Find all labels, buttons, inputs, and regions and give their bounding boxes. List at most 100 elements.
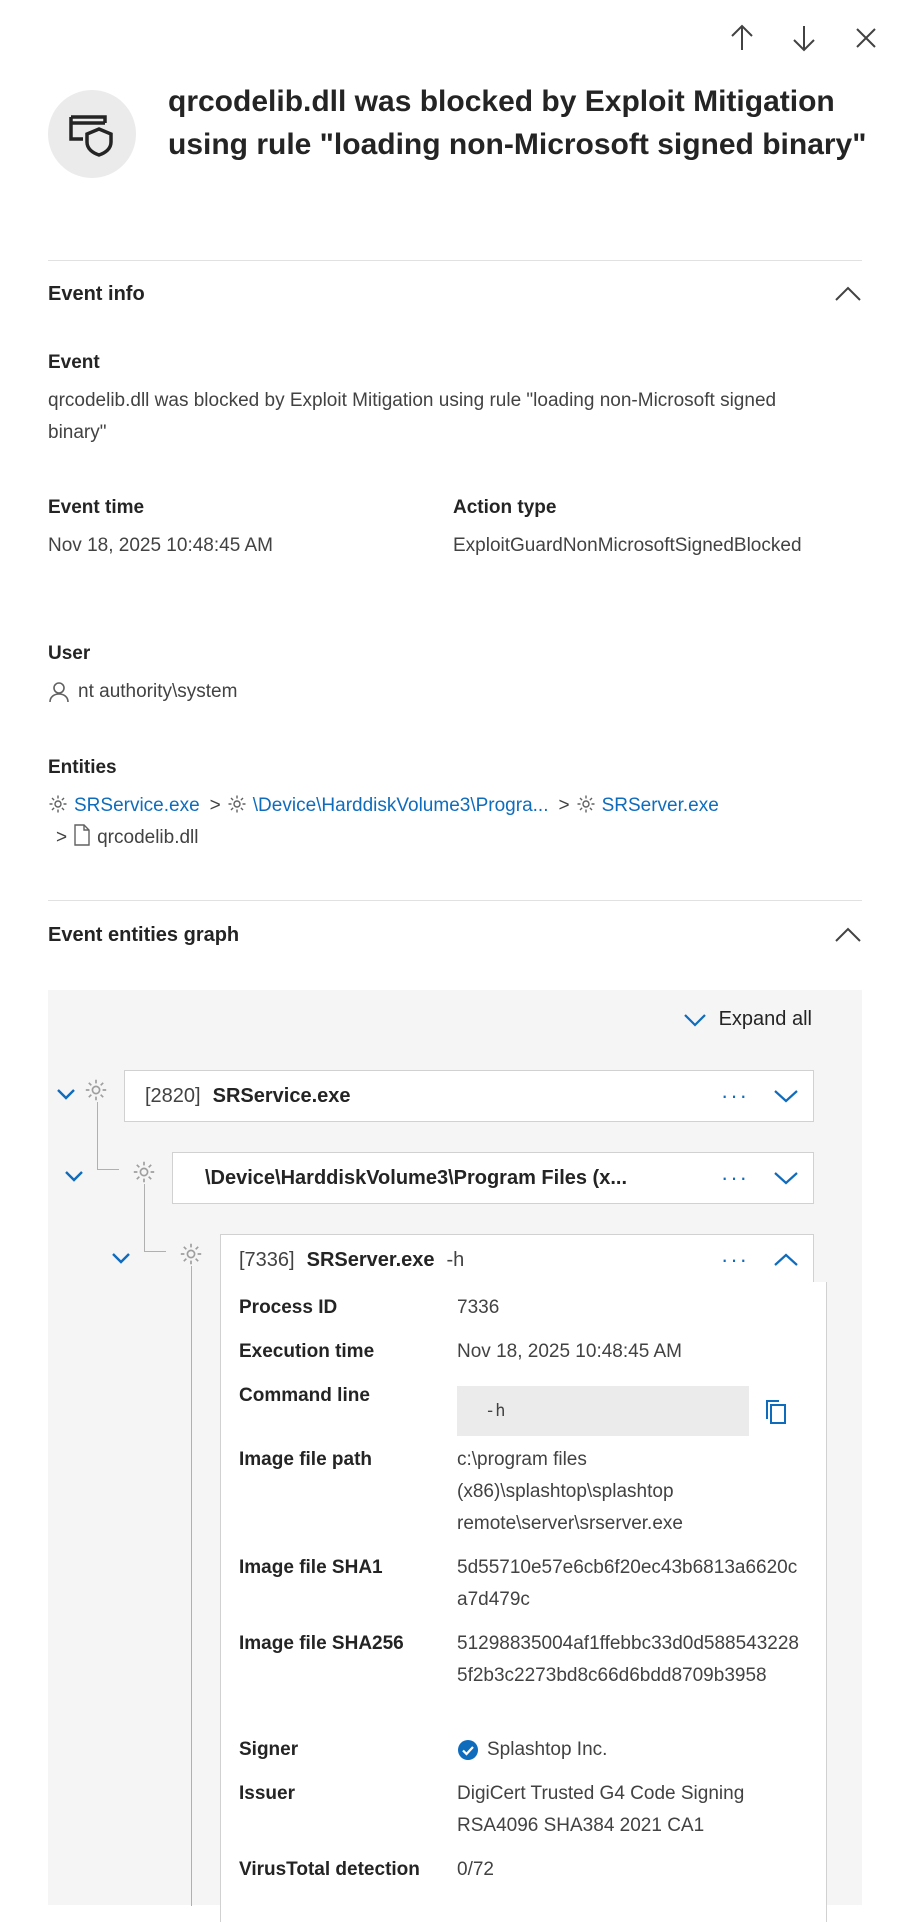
entity-file: qrcodelib.dll (97, 827, 199, 848)
arrow-down-icon (793, 26, 815, 52)
more-actions-button[interactable]: ··· (721, 1083, 749, 1109)
file-icon (74, 824, 90, 846)
command-line-value: -h (457, 1386, 749, 1436)
detail-value: c:\program files (x86)\splashtop\splasht… (457, 1449, 683, 1534)
detail-label: Process ID (239, 1297, 338, 1318)
expand-all-label: Expand all (718, 1008, 812, 1030)
expand-all-button[interactable]: Expand all (683, 1008, 812, 1031)
divider (48, 260, 862, 261)
chevron-down-icon (683, 1013, 706, 1027)
entities-label: Entities (48, 757, 117, 778)
node-pid: [7336] (239, 1248, 295, 1271)
gear-icon (133, 1161, 155, 1183)
detail-label: Execution time (239, 1341, 375, 1362)
person-icon (49, 682, 69, 703)
tree-connector (97, 1102, 98, 1169)
entity-link-srserver[interactable]: SRServer.exe (602, 795, 719, 816)
event-type-avatar (48, 90, 136, 178)
close-icon (856, 28, 876, 48)
signer-value-row: Splashtop Inc. (457, 1734, 807, 1766)
tree-connector (191, 1266, 192, 1906)
shield-window-icon (69, 115, 113, 157)
gear-icon (49, 795, 67, 813)
node-collapse-toggle[interactable] (111, 1252, 131, 1264)
node-expand-button[interactable] (773, 1089, 799, 1103)
detail-value: 51298835004af1ffebbc33d0d5885432285f2b3c… (457, 1633, 799, 1686)
gear-icon (228, 795, 246, 813)
chevron-up-icon (774, 1253, 798, 1266)
gear-icon (577, 795, 595, 813)
gear-icon (85, 1079, 107, 1101)
tree-connector (144, 1184, 145, 1251)
detail-label: Image file SHA1 (239, 1557, 383, 1578)
close-button[interactable] (848, 20, 884, 56)
process-details: Process ID 7336 Execution time Nov 18, 2… (220, 1282, 827, 1922)
action-type-value: ExploitGuardNonMicrosoftSignedBlocked (453, 535, 802, 556)
copy-button[interactable] (763, 1398, 789, 1431)
event-info-section-toggle[interactable]: Event info (48, 274, 862, 314)
chevron-down-icon (774, 1172, 798, 1185)
virustotal-link[interactable]: 0/72 (457, 1854, 807, 1886)
user-label: User (48, 643, 91, 664)
detail-value: 7336 (457, 1297, 500, 1318)
entities-graph: Expand all [2820] SRService.exe ··· \Dev… (48, 990, 862, 1922)
entity-separator: > (56, 827, 68, 848)
entity-separator: > (558, 795, 570, 816)
user-row: nt authority\system (48, 676, 237, 708)
detail-value: Nov 18, 2025 10:48:45 AM (457, 1341, 682, 1362)
entity-separator: > (209, 795, 221, 816)
node-name: \Device\HarddiskVolume3\Program Files (x… (205, 1166, 628, 1189)
chevron-down-icon (57, 1089, 75, 1100)
tree-connector (97, 1169, 119, 1170)
node-collapse-button[interactable] (773, 1253, 799, 1267)
node-collapse-toggle[interactable] (56, 1088, 76, 1100)
page-title: qrcodelib.dll was blocked by Exploit Mit… (168, 85, 867, 161)
event-info-heading: Event info (48, 282, 145, 305)
event-time-value: Nov 18, 2025 10:48:45 AM (48, 535, 273, 556)
event-time-label: Event time (48, 497, 145, 518)
previous-item-button[interactable] (724, 20, 760, 56)
detail-label: Issuer (239, 1783, 295, 1804)
chevron-up-icon (835, 286, 861, 301)
graph-heading: Event entities graph (48, 923, 240, 946)
graph-node-program-files[interactable]: \Device\HarddiskVolume3\Program Files (x… (172, 1152, 814, 1204)
tree-connector (144, 1251, 166, 1252)
entity-link-program-files[interactable]: \Device\HarddiskVolume3\Progra... (253, 795, 549, 816)
more-actions-button[interactable]: ··· (721, 1165, 749, 1191)
detail-label: Command line (239, 1385, 370, 1406)
chevron-up-icon (835, 927, 861, 942)
entity-link-srservice[interactable]: SRService.exe (74, 795, 200, 816)
arrow-up-icon (731, 24, 753, 50)
graph-section-toggle[interactable]: Event entities graph (48, 915, 862, 955)
event-label: Event (48, 352, 100, 373)
node-name: SRService.exe (212, 1084, 351, 1107)
graph-node-srservice[interactable]: [2820] SRService.exe ··· (124, 1070, 814, 1122)
detail-value: DigiCert Trusted G4 Code Signing RSA4096… (457, 1783, 745, 1836)
event-value: qrcodelib.dll was blocked by Exploit Mit… (48, 390, 777, 443)
chevron-down-icon (112, 1253, 130, 1264)
detail-label: VirusTotal detection (239, 1859, 420, 1880)
detail-label: Signer (239, 1739, 299, 1760)
next-item-button[interactable] (786, 20, 822, 56)
entities-path: SRService.exe > \Device\HarddiskVolume3\Pr… (48, 790, 868, 854)
panel-navigation (724, 20, 884, 56)
signer-value: Splashtop Inc. (487, 1739, 608, 1760)
node-name: SRServer.exe (306, 1248, 435, 1271)
node-expand-button[interactable] (773, 1171, 799, 1185)
graph-node-srserver[interactable]: [7336] SRServer.exe -h ··· (220, 1234, 814, 1286)
detail-label: Image file SHA256 (239, 1633, 404, 1654)
node-pid: [2820] (145, 1084, 201, 1107)
node-collapse-toggle[interactable] (64, 1170, 84, 1182)
detail-label: Image file path (239, 1449, 373, 1470)
verified-check-icon (458, 1740, 478, 1760)
detail-value: 5d55710e57e6cb6f20ec43b6813a6620ca7d479c (457, 1557, 798, 1610)
more-actions-button[interactable]: ··· (721, 1247, 749, 1273)
copy-icon (766, 1400, 786, 1424)
user-value: nt authority\system (78, 681, 238, 702)
chevron-down-icon (774, 1090, 798, 1103)
divider (48, 900, 862, 901)
action-type-label: Action type (453, 497, 557, 518)
gear-icon (180, 1243, 202, 1265)
node-args: -h (446, 1248, 465, 1271)
chevron-down-icon (65, 1171, 83, 1182)
